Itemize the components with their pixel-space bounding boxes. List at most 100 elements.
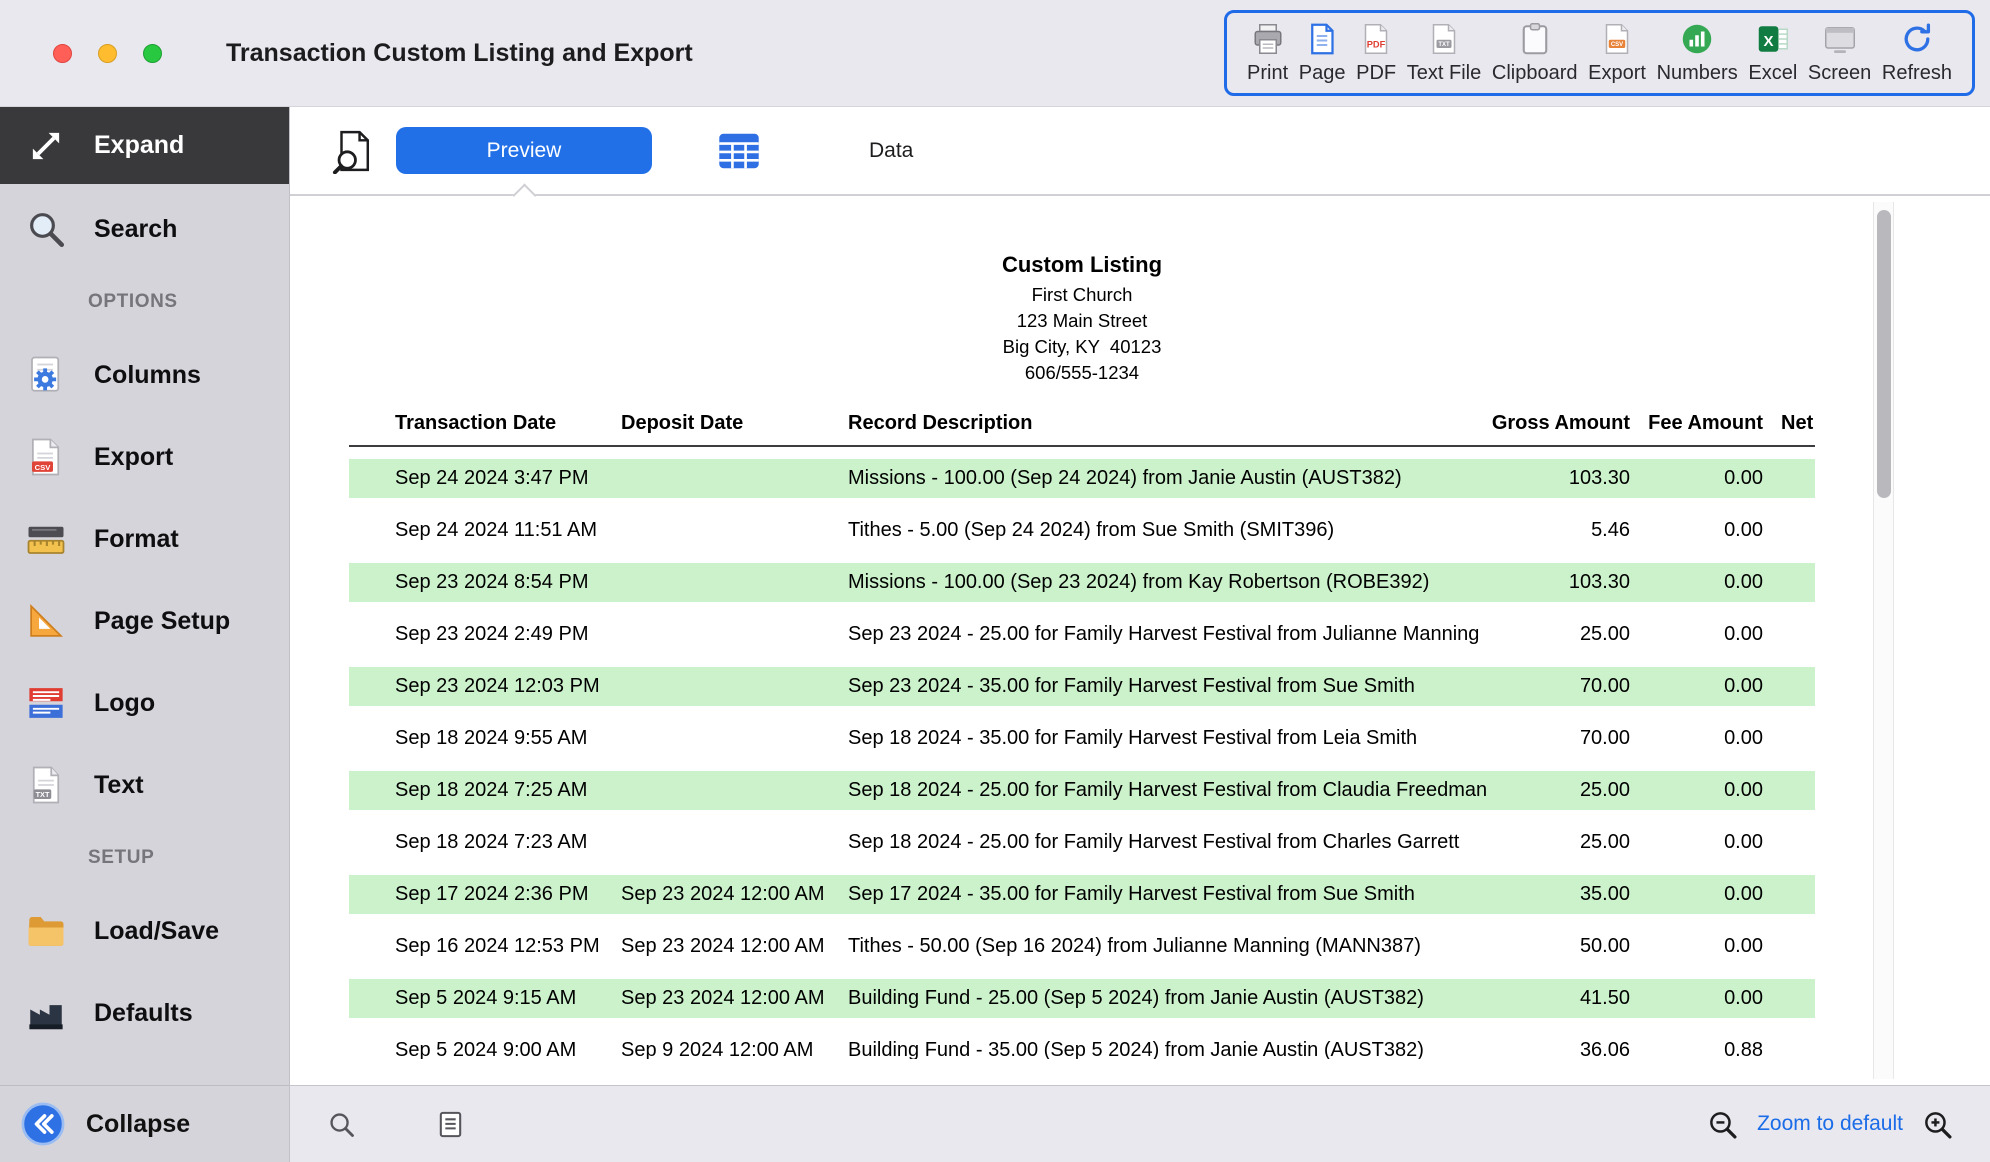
minimize-window-button[interactable] — [98, 44, 117, 63]
sidebar-item-page-setup[interactable]: Page Setup — [0, 580, 289, 662]
sidebar-section-setup: SETUP — [0, 826, 289, 890]
toolbar-excel-button[interactable]: X Excel — [1748, 21, 1797, 85]
report-document: Custom Listing First Church 123 Main Str… — [349, 252, 1815, 1070]
sidebar-item-defaults[interactable]: Defaults — [0, 972, 289, 1054]
cell-description: Building Fund - 35.00 (Sep 5 2024) from … — [848, 1039, 1478, 1062]
sidebar-item-label: Load/Save — [94, 917, 219, 946]
cell-gross-amount: 25.00 — [1478, 831, 1630, 854]
clipboard-icon — [1517, 21, 1553, 57]
cell-fee-amount: 0.00 — [1630, 519, 1763, 542]
sidebar-item-label: Export — [94, 443, 173, 472]
cell-gross-amount: 36.06 — [1478, 1039, 1630, 1062]
org-phone: 606/555-1234 — [349, 360, 1815, 386]
collapse-icon — [20, 1101, 66, 1147]
cell-description: Sep 18 2024 - 35.00 for Family Harvest F… — [848, 727, 1478, 750]
toolbar-label: Numbers — [1657, 62, 1738, 85]
cell-gross-amount: 25.00 — [1478, 779, 1630, 802]
toolbar-refresh-button[interactable]: Refresh — [1882, 21, 1952, 85]
tab-preview[interactable]: Preview — [396, 127, 652, 174]
expand-icon — [24, 125, 68, 167]
table-row: Sep 24 2024 3:47 PM Missions - 100.00 (S… — [349, 459, 1815, 498]
sidebar-item-format[interactable]: Format — [0, 498, 289, 580]
factory-blocks-icon — [24, 992, 68, 1034]
page-icon — [1304, 21, 1340, 57]
pdf-file-icon: PDF — [1358, 21, 1394, 57]
cell-deposit-date: Sep 23 2024 12:00 AM — [621, 987, 848, 1010]
toolbar-screen-button[interactable]: Screen — [1808, 21, 1871, 85]
scrollbar-thumb[interactable] — [1877, 210, 1891, 498]
col-transaction-date: Transaction Date — [395, 412, 621, 435]
cell-transaction-date: Sep 18 2024 7:25 AM — [395, 779, 621, 802]
toolbar-label: Excel — [1748, 62, 1797, 85]
cell-gross-amount: 41.50 — [1478, 987, 1630, 1010]
sidebar-item-load-save[interactable]: Load/Save — [0, 890, 289, 972]
data-grid-icon — [716, 128, 762, 174]
col-net: Net — [1763, 412, 1815, 435]
set-square-icon — [24, 600, 68, 642]
tab-data[interactable]: Data — [716, 128, 913, 174]
folder-icon — [24, 910, 68, 952]
sidebar-item-text[interactable]: TXT Text — [0, 744, 289, 826]
cell-deposit-date: Sep 9 2024 12:00 AM — [621, 1039, 848, 1062]
toolbar-numbers-button[interactable]: Numbers — [1657, 21, 1738, 85]
screen-icon — [1822, 21, 1858, 57]
close-window-button[interactable] — [53, 44, 72, 63]
vertical-scrollbar[interactable] — [1873, 202, 1894, 1079]
toolbar-label: Text File — [1407, 62, 1481, 85]
cell-fee-amount: 0.88 — [1630, 1039, 1763, 1062]
toolbar-label: Clipboard — [1492, 62, 1578, 85]
cell-fee-amount: 0.00 — [1630, 623, 1763, 646]
statusbar: Zoom to default — [290, 1085, 1990, 1162]
table-row: Sep 17 2024 2:36 PM Sep 23 2024 12:00 AM… — [349, 875, 1815, 914]
org-name: First Church — [349, 282, 1815, 308]
numbers-app-icon — [1679, 21, 1715, 57]
text-file-icon: TXT — [1426, 21, 1462, 57]
sidebar-collapse-button[interactable]: Collapse — [0, 1085, 289, 1162]
svg-text:CSV: CSV — [35, 463, 52, 472]
cell-transaction-date: Sep 18 2024 7:23 AM — [395, 831, 621, 854]
zoom-window-button[interactable] — [143, 44, 162, 63]
cell-description: Sep 23 2024 - 35.00 for Family Harvest F… — [848, 675, 1478, 698]
cell-gross-amount: 103.30 — [1478, 467, 1630, 490]
zoom-out-icon[interactable] — [1706, 1108, 1739, 1141]
cell-description: Sep 23 2024 - 25.00 for Family Harvest F… — [848, 623, 1478, 646]
sidebar-item-search[interactable]: Search — [0, 188, 289, 270]
toolbar-textfile-button[interactable]: TXT Text File — [1407, 21, 1481, 85]
cell-fee-amount: 0.00 — [1630, 883, 1763, 906]
sidebar-items: Search OPTIONS Columns CSV Export Format — [0, 184, 289, 1085]
svg-text:CSV: CSV — [1611, 42, 1623, 48]
zoom-to-default-link[interactable]: Zoom to default — [1757, 1112, 1903, 1136]
toolbar-pdf-button[interactable]: PDF PDF — [1356, 21, 1396, 85]
logo-blocks-icon — [24, 682, 68, 724]
org-street: 123 Main Street — [349, 308, 1815, 334]
toolbar-export-button[interactable]: CSV Export — [1588, 21, 1646, 85]
cell-description: Missions - 100.00 (Sep 23 2024) from Kay… — [848, 571, 1478, 594]
magnifier-tool-icon[interactable] — [326, 1109, 357, 1140]
report-preview: Custom Listing First Church 123 Main Str… — [290, 196, 1990, 1085]
sidebar-expand-button[interactable]: Expand — [0, 107, 289, 184]
sidebar-item-label: Text — [94, 771, 144, 800]
notes-page-icon[interactable] — [435, 1109, 466, 1140]
toolbar-label: Refresh — [1882, 62, 1952, 85]
cell-description: Tithes - 5.00 (Sep 24 2024) from Sue Smi… — [848, 519, 1478, 542]
zoom-in-icon[interactable] — [1921, 1108, 1954, 1141]
sidebar-item-label: Search — [94, 215, 177, 244]
cell-description: Sep 17 2024 - 35.00 for Family Harvest F… — [848, 883, 1478, 906]
sidebar-item-columns[interactable]: Columns — [0, 334, 289, 416]
sidebar-item-logo[interactable]: Logo — [0, 662, 289, 744]
svg-text:X: X — [1763, 33, 1773, 50]
cell-description: Tithes - 50.00 (Sep 16 2024) from Julian… — [848, 935, 1478, 958]
col-fee-amount: Fee Amount — [1630, 412, 1763, 435]
search-icon — [24, 208, 68, 250]
cell-fee-amount: 0.00 — [1630, 831, 1763, 854]
cell-fee-amount: 0.00 — [1630, 779, 1763, 802]
toolbar-clipboard-button[interactable]: Clipboard — [1492, 21, 1578, 85]
table-row: Sep 18 2024 7:25 AM Sep 18 2024 - 25.00 … — [349, 771, 1815, 810]
table-row: Sep 5 2024 9:15 AM Sep 23 2024 12:00 AM … — [349, 979, 1815, 1018]
sidebar-item-export[interactable]: CSV Export — [0, 416, 289, 498]
toolbar-page-button[interactable]: Page — [1299, 21, 1346, 85]
table-row: Sep 18 2024 7:23 AM Sep 18 2024 - 25.00 … — [349, 823, 1815, 862]
col-deposit-date: Deposit Date — [621, 412, 848, 435]
csv-export-icon: CSV — [24, 436, 68, 478]
toolbar-print-button[interactable]: Print — [1247, 21, 1288, 85]
